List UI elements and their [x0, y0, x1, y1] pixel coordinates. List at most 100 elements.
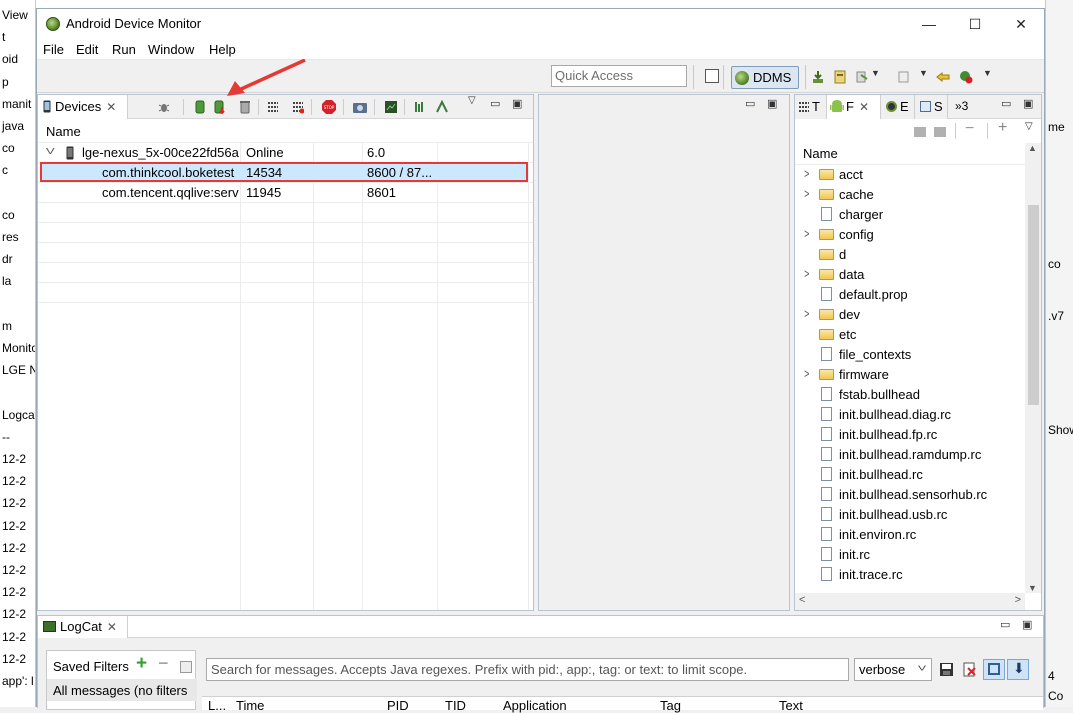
tab-file-explorer[interactable]: F ✕ — [827, 95, 881, 119]
opengl-trace-icon[interactable] — [436, 100, 448, 114]
column-pid[interactable]: PID — [387, 698, 409, 713]
file-row[interactable]: > acct — [795, 165, 1025, 185]
delete-icon[interactable]: − — [965, 120, 974, 138]
update-threads-icon[interactable] — [267, 100, 279, 114]
edit-filter-icon[interactable] — [180, 661, 192, 673]
update-heap-icon[interactable] — [194, 100, 206, 114]
close-button[interactable]: ✕ — [998, 9, 1044, 39]
minimize-view-icon[interactable]: ▭ — [490, 97, 500, 110]
remove-filter-icon[interactable]: − — [158, 653, 169, 674]
minimize-view-icon[interactable]: ▭ — [745, 97, 755, 110]
file-row[interactable]: init.bullhead.ramdump.rc — [795, 445, 1025, 465]
debug-process-icon[interactable] — [158, 100, 170, 114]
expand-chevron-icon[interactable]: > — [804, 226, 809, 241]
minimize-button[interactable]: — — [906, 9, 952, 39]
file-row[interactable]: > firmware — [795, 365, 1025, 385]
file-row[interactable]: init.bullhead.diag.rc — [795, 405, 1025, 425]
tab-emulator[interactable]: E — [881, 95, 915, 119]
column-level[interactable]: L... — [208, 698, 226, 713]
clear-log-icon[interactable] — [962, 662, 977, 677]
ddms-perspective-button[interactable]: DDMS — [731, 66, 799, 89]
vertical-scrollbar[interactable]: ▲ ▼ — [1025, 143, 1041, 593]
file-row[interactable]: > config — [795, 225, 1025, 245]
column-application[interactable]: Application — [503, 698, 567, 713]
export-icon[interactable] — [897, 70, 911, 84]
view-menu-icon[interactable]: ▽ — [1025, 121, 1033, 132]
save-heap-icon[interactable] — [833, 70, 847, 84]
log-level-select[interactable]: verbose V — [854, 658, 932, 681]
horizontal-scrollbar[interactable]: < > — [795, 593, 1025, 610]
expand-chevron-icon[interactable]: > — [804, 166, 809, 181]
scroll-right-icon[interactable]: > — [1015, 594, 1021, 606]
tab-devices[interactable]: Devices ✕ — [38, 95, 128, 119]
close-tab-icon[interactable]: ✕ — [106, 100, 116, 114]
column-time[interactable]: Time — [236, 698, 264, 713]
dump-hprof-icon[interactable] — [214, 100, 226, 114]
file-row[interactable]: init.trace.rc — [795, 565, 1025, 585]
systrace-icon[interactable] — [414, 100, 426, 114]
file-row[interactable]: charger — [795, 205, 1025, 225]
expand-chevron-icon[interactable]: > — [804, 266, 809, 281]
dropdown-arrow-icon[interactable]: ▼ — [871, 68, 880, 78]
menu-window[interactable]: Window — [148, 42, 194, 57]
file-row[interactable]: d — [795, 245, 1025, 265]
add-filter-icon[interactable]: + — [136, 653, 147, 675]
dump-view-hierarchy-icon[interactable] — [384, 100, 398, 114]
filter-item-all-messages[interactable]: All messages (no filters — [47, 679, 197, 701]
tab-logcat[interactable]: LogCat ✕ — [38, 616, 128, 638]
file-row[interactable]: init.rc — [795, 545, 1025, 565]
download-icon[interactable] — [811, 70, 825, 84]
dropdown-arrow-icon[interactable]: ▼ — [919, 68, 928, 78]
view-menu-icon[interactable]: ▽ — [468, 95, 476, 106]
menu-edit[interactable]: Edit — [76, 42, 98, 57]
file-row[interactable]: file_contexts — [795, 345, 1025, 365]
column-tag[interactable]: Tag — [660, 698, 681, 713]
maximize-view-icon[interactable]: ▣ — [512, 97, 522, 110]
open-perspective-icon[interactable] — [705, 69, 719, 83]
tab-system[interactable]: S — [915, 95, 948, 119]
back-arrow-icon[interactable] — [936, 70, 950, 84]
tab-threads[interactable]: T — [795, 95, 827, 119]
logcat-search-input[interactable]: Search for messages. Accepts Java regexe… — [206, 658, 849, 681]
maximize-view-icon[interactable]: ▣ — [1023, 97, 1033, 110]
toggle-filter-pane-button[interactable] — [983, 659, 1005, 680]
file-row[interactable]: default.prop — [795, 285, 1025, 305]
dropdown-arrow-icon[interactable]: ▼ — [983, 68, 992, 78]
stop-process-icon[interactable]: STOP — [322, 100, 336, 114]
cause-gc-icon[interactable] — [239, 100, 251, 114]
expand-chevron-icon[interactable]: > — [804, 366, 809, 381]
file-row[interactable]: etc — [795, 325, 1025, 345]
screen-capture-icon[interactable] — [352, 100, 368, 114]
more-tabs-indicator[interactable]: »3 — [955, 99, 968, 113]
column-tid[interactable]: TID — [445, 698, 466, 713]
file-row[interactable]: > dev — [795, 305, 1025, 325]
file-row[interactable]: fstab.bullhead — [795, 385, 1025, 405]
maximize-view-icon[interactable]: ▣ — [1022, 618, 1032, 631]
quick-access-input[interactable]: Quick Access — [551, 65, 687, 87]
pull-file-icon[interactable] — [913, 124, 927, 138]
file-row[interactable]: init.environ.rc — [795, 525, 1025, 545]
scroll-up-icon[interactable]: ▲ — [1028, 143, 1037, 153]
minimize-view-icon[interactable]: ▭ — [1000, 618, 1010, 631]
import-icon[interactable] — [855, 70, 869, 84]
start-method-profiling-icon[interactable] — [292, 100, 304, 114]
scrollbar-thumb[interactable] — [1028, 205, 1039, 405]
expand-chevron-icon[interactable]: > — [804, 306, 809, 321]
file-row[interactable]: > cache — [795, 185, 1025, 205]
scroll-left-icon[interactable]: < — [799, 594, 805, 606]
close-tab-icon[interactable]: ✕ — [859, 100, 869, 114]
menu-run[interactable]: Run — [112, 42, 136, 57]
expand-chevron-icon[interactable]: > — [804, 186, 809, 201]
file-row[interactable]: init.bullhead.sensorhub.rc — [795, 485, 1025, 505]
scroll-lock-button[interactable]: ⬇ — [1007, 659, 1029, 680]
file-row[interactable]: > data — [795, 265, 1025, 285]
minimize-view-icon[interactable]: ▭ — [1001, 97, 1011, 110]
scroll-down-icon[interactable]: ▼ — [1028, 583, 1037, 593]
run-debug-icon[interactable] — [959, 70, 973, 84]
collapse-chevron-icon[interactable]: V — [46, 147, 55, 156]
file-row[interactable]: init.bullhead.usb.rc — [795, 505, 1025, 525]
file-row[interactable]: init.bullhead.fp.rc — [795, 425, 1025, 445]
close-tab-icon[interactable]: ✕ — [107, 620, 117, 634]
new-folder-icon[interactable]: + — [998, 119, 1007, 137]
push-file-icon[interactable] — [933, 124, 947, 138]
